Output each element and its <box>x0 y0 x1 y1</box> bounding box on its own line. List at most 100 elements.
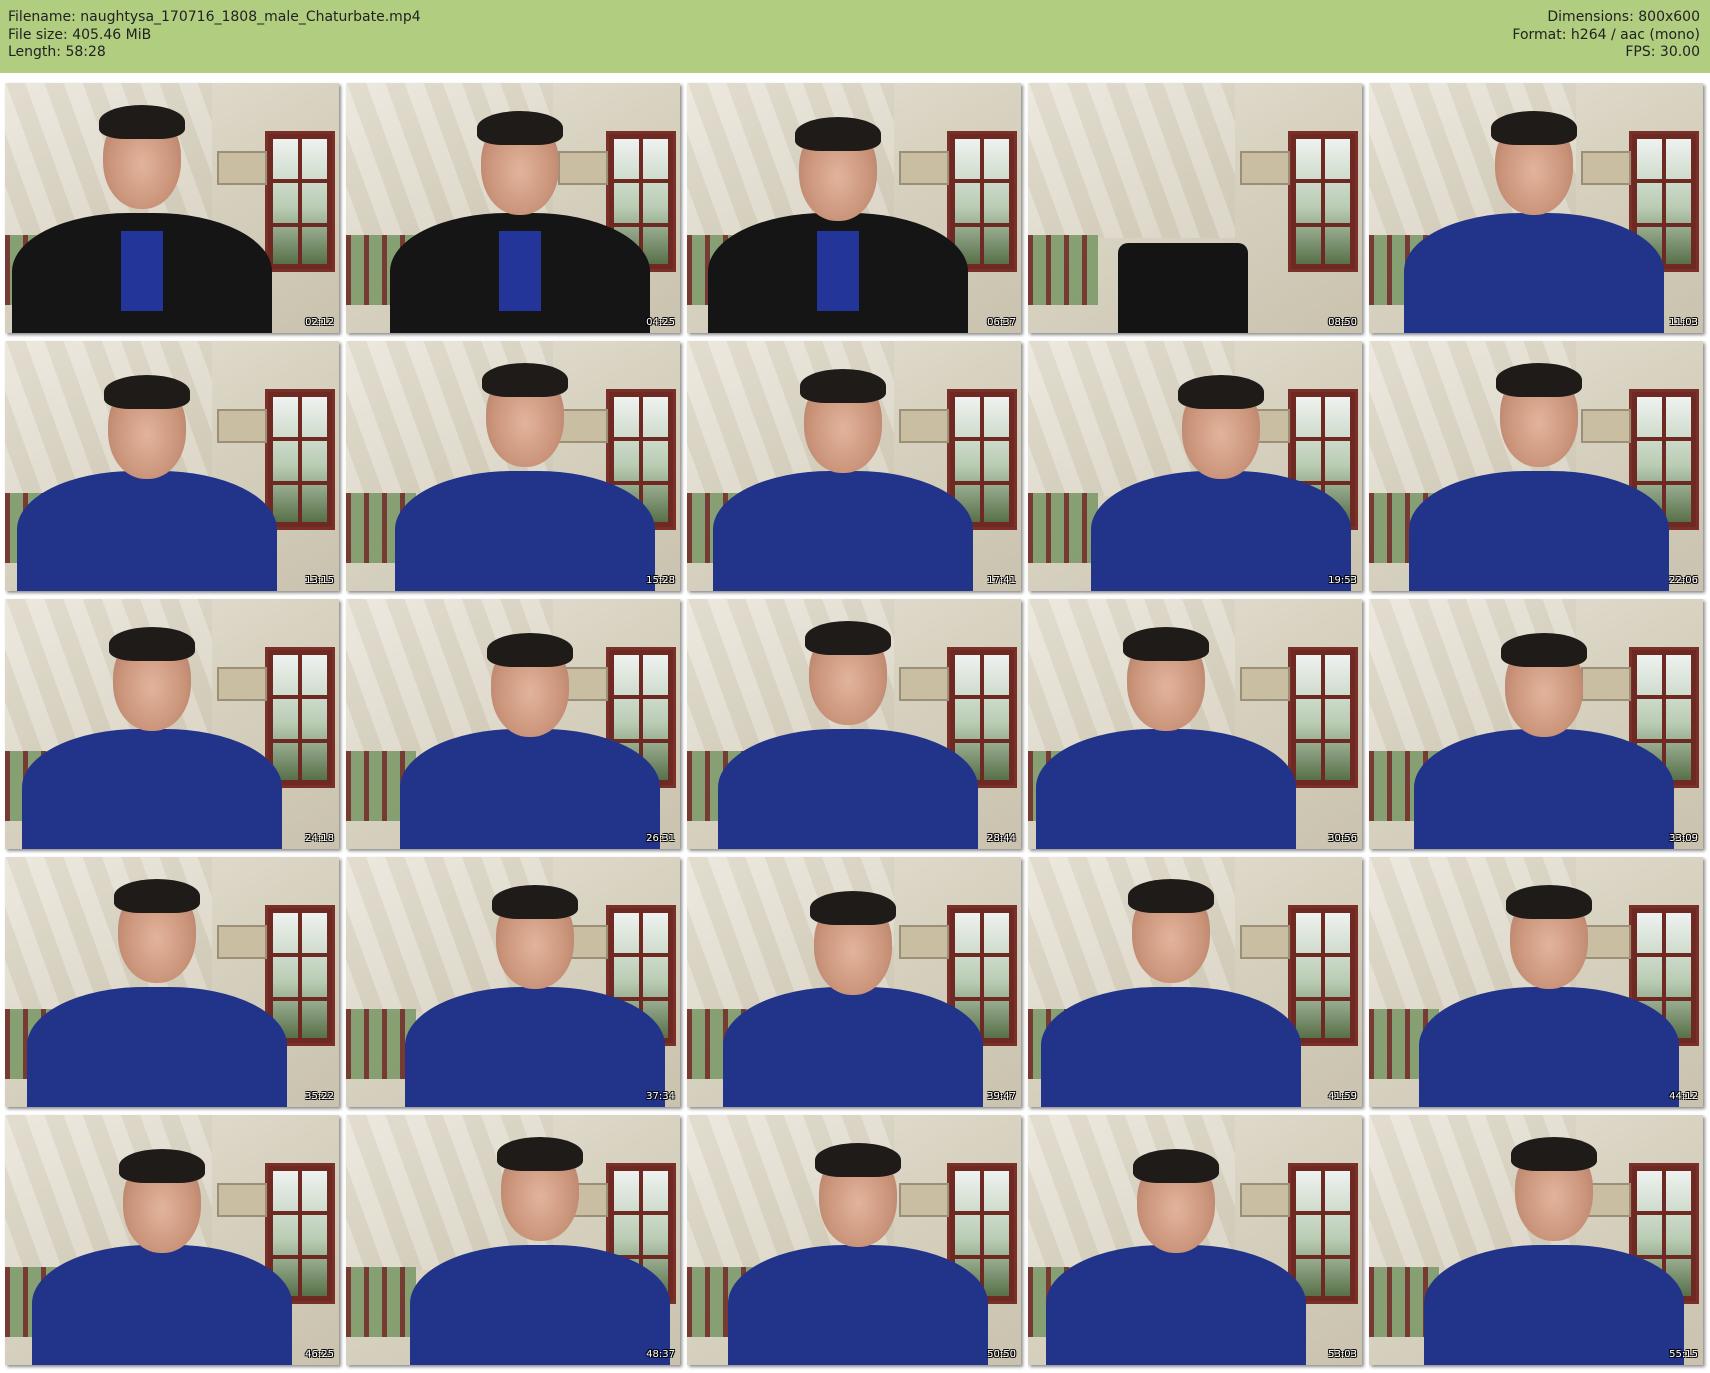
timestamp-label: 04:25 <box>646 317 675 328</box>
person-body <box>27 987 287 1107</box>
video-thumbnail: 50:50 <box>687 1115 1021 1365</box>
video-thumbnail: 08:50 <box>1028 83 1362 333</box>
person-head <box>492 885 578 989</box>
person-head <box>104 375 190 479</box>
lower-window <box>346 1267 416 1337</box>
person-head <box>795 117 881 221</box>
video-thumbnail: 48:37 <box>346 1115 680 1365</box>
timestamp-label: 06:37 <box>987 317 1016 328</box>
person-body <box>12 213 272 333</box>
person-body <box>1091 471 1351 591</box>
office-chair <box>1118 243 1248 333</box>
video-thumbnail: 19:53 <box>1028 341 1362 591</box>
person-head <box>1133 1149 1219 1253</box>
person-body <box>1046 1245 1306 1365</box>
timestamp-label: 17:41 <box>987 575 1016 586</box>
wall-picture <box>558 151 608 185</box>
timestamp-label: 19:53 <box>1328 575 1357 586</box>
person-body <box>395 471 655 591</box>
person-head <box>114 879 200 983</box>
person-body <box>728 1245 988 1365</box>
wall-picture <box>1581 925 1631 959</box>
person-head <box>1128 879 1214 983</box>
timestamp-label: 26:31 <box>646 833 675 844</box>
video-thumbnail: 46:25 <box>5 1115 339 1365</box>
window-frame <box>1288 131 1358 272</box>
timestamp-label: 55:15 <box>1669 1349 1698 1360</box>
video-thumbnail: 53:03 <box>1028 1115 1362 1365</box>
video-thumbnail: 33:09 <box>1369 599 1703 849</box>
person-body <box>718 729 978 849</box>
person-body <box>1036 729 1296 849</box>
person-body <box>32 1245 292 1365</box>
wall-picture <box>217 1183 267 1217</box>
wall-picture <box>217 409 267 443</box>
person-body <box>1409 471 1669 591</box>
video-thumbnail: 11:03 <box>1369 83 1703 333</box>
person-head <box>800 369 886 473</box>
video-thumbnail: 22:06 <box>1369 341 1703 591</box>
person-head <box>1496 363 1582 467</box>
timestamp-label: 37:34 <box>646 1091 675 1102</box>
person-body <box>1041 987 1301 1107</box>
lower-window <box>1028 493 1098 563</box>
timestamp-label: 28:44 <box>987 833 1016 844</box>
timestamp-label: 13:15 <box>305 575 334 586</box>
video-thumbnail: 17:41 <box>687 341 1021 591</box>
person-body <box>410 1245 670 1365</box>
video-thumbnail: 13:15 <box>5 341 339 591</box>
person-head <box>1123 627 1209 731</box>
video-thumbnail: 55:15 <box>1369 1115 1703 1365</box>
timestamp-label: 50:50 <box>987 1349 1016 1360</box>
wall-picture <box>217 925 267 959</box>
video-thumbnail: 06:37 <box>687 83 1021 333</box>
person-head <box>810 891 896 995</box>
video-thumbnail: 24:18 <box>5 599 339 849</box>
timestamp-label: 44:12 <box>1669 1091 1698 1102</box>
person-body <box>400 729 660 849</box>
video-thumbnail: 44:12 <box>1369 857 1703 1107</box>
lower-window <box>1028 235 1098 305</box>
video-thumbnail: 41:59 <box>1028 857 1362 1107</box>
person-body <box>723 987 983 1107</box>
video-thumbnail: 30:56 <box>1028 599 1362 849</box>
person-head <box>99 105 185 209</box>
wall-picture <box>1240 151 1290 185</box>
timestamp-label: 15:28 <box>646 575 675 586</box>
person-head <box>1506 885 1592 989</box>
person-head <box>815 1143 901 1247</box>
window-frame <box>265 131 335 272</box>
video-thumbnail: 04:25 <box>346 83 680 333</box>
wall-picture <box>1581 409 1631 443</box>
timestamp-label: 08:50 <box>1328 317 1357 328</box>
timestamp-label: 33:09 <box>1669 833 1698 844</box>
person-body <box>1414 729 1674 849</box>
person-head <box>805 621 891 725</box>
video-thumbnail: 39:47 <box>687 857 1021 1107</box>
video-thumbnail: 28:44 <box>687 599 1021 849</box>
person-body <box>1419 987 1679 1107</box>
person-head <box>109 627 195 731</box>
window-frame <box>1288 647 1358 788</box>
wall-picture <box>899 667 949 701</box>
timestamp-label: 24:18 <box>305 833 334 844</box>
timestamp-label: 35:22 <box>305 1091 334 1102</box>
person-head <box>1491 111 1577 215</box>
wall-picture <box>1240 667 1290 701</box>
wall-picture <box>1581 151 1631 185</box>
person-body <box>713 471 973 591</box>
person-body <box>708 213 968 333</box>
person-body <box>22 729 282 849</box>
thumbnail-grid: 02:12 04:25 06:37 08:50 11:03 13:15 15:28 17:41… <box>0 0 1710 1373</box>
window-frame <box>265 389 335 530</box>
timestamp-label: 02:12 <box>305 317 334 328</box>
person-head <box>1511 1137 1597 1241</box>
timestamp-label: 53:03 <box>1328 1349 1357 1360</box>
person-body <box>390 213 650 333</box>
timestamp-label: 46:25 <box>305 1349 334 1360</box>
person-body <box>1424 1245 1684 1365</box>
wall-picture <box>899 409 949 443</box>
window-frame <box>1288 905 1358 1046</box>
video-thumbnail: 37:34 <box>346 857 680 1107</box>
timestamp-label: 48:37 <box>646 1349 675 1360</box>
